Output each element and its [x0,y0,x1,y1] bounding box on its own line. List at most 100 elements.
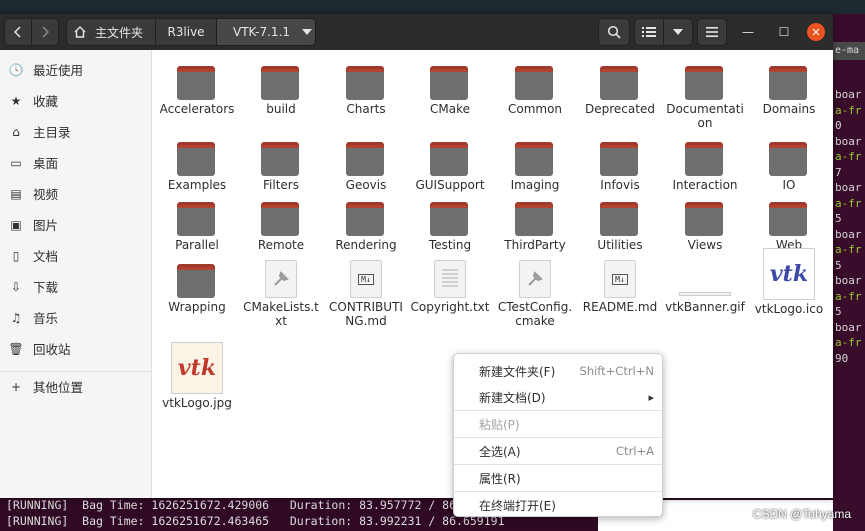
sidebar-item[interactable]: + 其他位置 [0,371,151,402]
file-item[interactable]: Examples [155,126,239,192]
context-menu-item[interactable]: 新建文件夹(F) Shift+Ctrl+N [454,358,662,384]
forward-button[interactable] [31,18,59,46]
context-menu-item[interactable]: 属性(R) [454,465,662,491]
file-item[interactable]: Infovis [578,126,662,192]
file-item[interactable]: Rendering [324,186,408,252]
file-item[interactable]: Remote [239,186,323,252]
folder-icon [261,202,301,236]
sidebar-item[interactable]: ▭ 桌面 [0,147,151,178]
file-item[interactable]: Common [493,50,577,116]
file-item[interactable]: Domains [747,50,831,116]
breadcrumb-home[interactable]: 主文件夹 [66,18,156,46]
folder-icon [346,202,386,236]
sidebar-item[interactable]: 🕓 最近使用 [0,54,151,85]
desktop-icon: ▭ [10,155,22,170]
close-button[interactable]: ✕ [807,23,825,41]
sidebar-item[interactable]: 🗑 回收站 [0,333,151,364]
back-button[interactable] [4,18,32,46]
file-name: vtkBanner.gif [665,300,745,314]
file-icon-slot [663,50,747,100]
context-menu: 新建文件夹(F) Shift+Ctrl+N 新建文档(D) ▸ 粘贴(P) 全选(A) Ct… [453,353,663,517]
maximize-button[interactable]: ☐ [775,23,793,41]
file-item[interactable]: Geovis [324,126,408,192]
file-item[interactable]: Documentation [663,50,747,130]
file-item[interactable]: Interaction [663,126,747,192]
terminal-fragment: boar [835,320,862,334]
terminal-fragment: 90 [835,351,849,365]
file-item[interactable]: Filters [239,126,323,192]
context-menu-item[interactable]: 在终端打开(E) [454,492,662,518]
sidebar-item[interactable]: ▤ 视频 [0,178,151,209]
file-item[interactable]: Imaging [493,126,577,192]
file-item[interactable]: CTestConfig.cmake [493,248,577,328]
file-name: vtkLogo.ico [754,302,824,316]
file-item[interactable]: Deprecated [578,50,662,116]
home-icon: ⌂ [12,124,20,139]
file-icon-slot [663,248,747,298]
places-sidebar: 🕓 最近使用 ★ 收藏 ⌂ 主目录 ▭ 桌面 ▤ 视频 ▣ 图片 ▯ 文档 ⇩ 下载 ♫ 音乐 🗑 回收站 + 其他位置 [0,50,152,498]
folder-body [177,205,215,236]
terminal-fragment: boar [835,134,862,148]
sidebar-item[interactable]: ♫ 音乐 [0,302,151,333]
background-terminal-strip: boar a-fr 0 boar a-fr 7 boar a-fr 5 boar a-fr 5 boar… [833,14,865,531]
file-icon-slot: M↓ [324,248,408,298]
markdown-file-icon: M↓ [350,260,382,298]
sidebar-item-label: 音乐 [33,311,59,326]
terminal-fragment: 5 [835,212,842,225]
folder-body [685,69,723,100]
file-item[interactable]: GUISupport [408,126,492,192]
file-item[interactable]: IO [747,126,831,192]
breadcrumb-r3live[interactable]: R3live [155,18,217,46]
context-menu-item[interactable]: 全选(A) Ctrl+A [454,438,662,464]
folder-icon [430,202,470,236]
file-item[interactable]: Accelerators [155,50,239,116]
file-item[interactable]: M↓ CONTRIBUTING.md [324,248,408,328]
file-item[interactable]: build [239,50,323,116]
sidebar-item[interactable]: ★ 收藏 [0,85,151,116]
trash-icon: 🗑 [8,341,24,356]
file-item[interactable]: CMakeLists.txt [239,248,323,328]
file-item[interactable]: Charts [324,50,408,116]
terminal-fragment: boar [835,227,862,241]
file-item[interactable]: Utilities [578,186,662,252]
folder-icon [515,142,555,176]
file-item[interactable]: Parallel [155,186,239,252]
terminal-fragment: a-fr [835,289,862,303]
folder-body [600,205,638,236]
file-item[interactable]: Views [663,186,747,252]
file-item[interactable]: ThirdParty [493,186,577,252]
file-item[interactable]: Wrapping [155,248,239,314]
file-item[interactable]: CMake [408,50,492,116]
file-item[interactable]: M↓ README.md [578,248,662,314]
file-item[interactable]: vtkBanner.gif [663,248,747,314]
video-icon: ▤ [10,186,22,201]
folder-body [261,69,299,100]
search-button[interactable] [598,18,630,46]
file-item[interactable]: vtk vtkLogo.jpg [155,340,239,410]
list-view-button[interactable] [634,18,664,46]
terminal-fragment: 5 [835,305,842,318]
folder-icon [346,142,386,176]
menu-item-label: 全选(A) [479,444,521,459]
file-item[interactable]: Web [747,186,831,252]
sidebar-item[interactable]: ▣ 图片 [0,209,151,240]
view-options-button[interactable] [663,18,693,46]
context-menu-item[interactable]: 新建文档(D) ▸ [454,384,662,410]
breadcrumb-current[interactable]: VTK-7.1.1 [216,18,316,46]
sidebar-item[interactable]: ▯ 文档 [0,240,151,271]
sidebar-item[interactable]: ⇩ 下载 [0,271,151,302]
main-menu-button[interactable] [697,18,727,46]
folder-icon [515,202,555,236]
folder-body [346,205,384,236]
minimize-button[interactable]: — [739,23,757,41]
folder-body [346,69,384,100]
file-icon-slot [663,186,747,236]
file-item[interactable]: Testing [408,186,492,252]
file-name: Accelerators [159,102,235,116]
file-item[interactable]: Copyright.txt [408,248,492,314]
file-item[interactable]: vtk vtkLogo.ico [747,246,831,316]
music-icon: ♫ [10,310,22,325]
text-file-icon [434,260,466,298]
menu-item-label: 属性(R) [479,471,521,486]
sidebar-item[interactable]: ⌂ 主目录 [0,116,151,147]
